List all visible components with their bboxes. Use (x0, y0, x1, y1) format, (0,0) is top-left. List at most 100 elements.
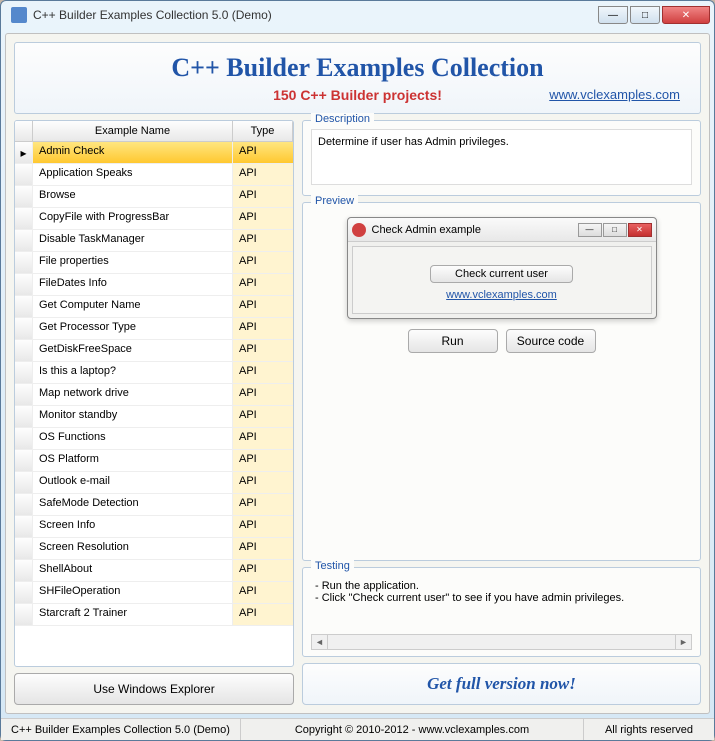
row-name: Is this a laptop? (33, 362, 233, 383)
grid-header: Example Name Type (15, 121, 293, 142)
table-row[interactable]: Disable TaskManagerAPI (15, 230, 293, 252)
row-indicator (15, 428, 33, 449)
row-indicator (15, 384, 33, 405)
preview-minimize-icon: — (578, 223, 602, 237)
table-row[interactable]: File propertiesAPI (15, 252, 293, 274)
row-name: Application Speaks (33, 164, 233, 185)
preview-legend: Preview (311, 195, 358, 207)
table-row[interactable]: Map network driveAPI (15, 384, 293, 406)
app-icon (11, 7, 27, 23)
table-row[interactable]: ShellAboutAPI (15, 560, 293, 582)
header-panel: C++ Builder Examples Collection 150 C++ … (14, 42, 701, 114)
grid-header-type[interactable]: Type (233, 121, 293, 141)
row-type: API (233, 208, 293, 229)
table-row[interactable]: Starcraft 2 TrainerAPI (15, 604, 293, 626)
table-row[interactable]: Outlook e-mailAPI (15, 472, 293, 494)
row-name: OS Functions (33, 428, 233, 449)
row-name: Admin Check (33, 142, 233, 163)
status-right: All rights reserved (584, 719, 714, 740)
row-indicator (15, 538, 33, 559)
status-center: Copyright © 2010-2012 - www.vclexamples.… (241, 719, 584, 740)
table-row[interactable]: SHFileOperationAPI (15, 582, 293, 604)
row-indicator (15, 296, 33, 317)
scroll-left-icon[interactable]: ◄ (312, 635, 328, 649)
row-indicator (15, 318, 33, 339)
header-link[interactable]: www.vclexamples.com (549, 87, 680, 102)
row-type: API (233, 384, 293, 405)
use-explorer-button[interactable]: Use Windows Explorer (14, 673, 294, 705)
row-type: API (233, 516, 293, 537)
preview-link: www.vclexamples.com (363, 289, 641, 301)
grid-header-name[interactable]: Example Name (33, 121, 233, 141)
maximize-button[interactable]: □ (630, 6, 660, 24)
table-row[interactable]: OS PlatformAPI (15, 450, 293, 472)
row-indicator (15, 604, 33, 625)
row-indicator (15, 208, 33, 229)
table-row[interactable]: Get Computer NameAPI (15, 296, 293, 318)
preview-check-button: Check current user (430, 265, 573, 283)
grid-body[interactable]: ▸Admin CheckAPIApplication SpeaksAPIBrow… (15, 142, 293, 666)
row-indicator (15, 472, 33, 493)
status-left: C++ Builder Examples Collection 5.0 (Dem… (1, 719, 241, 740)
get-full-version-button[interactable]: Get full version now! (302, 663, 701, 705)
row-type: API (233, 428, 293, 449)
row-indicator (15, 274, 33, 295)
header-title: C++ Builder Examples Collection (25, 53, 690, 83)
close-button[interactable]: ✕ (662, 6, 710, 24)
row-indicator (15, 406, 33, 427)
description-panel: Description Determine if user has Admin … (302, 120, 701, 196)
row-name: GetDiskFreeSpace (33, 340, 233, 361)
row-name: File properties (33, 252, 233, 273)
row-type: API (233, 560, 293, 581)
testing-line2: - Click "Check current user" to see if y… (315, 592, 688, 604)
testing-hscrollbar[interactable]: ◄ ► (311, 634, 692, 650)
row-type: API (233, 230, 293, 251)
grid-header-selector[interactable] (15, 121, 33, 141)
table-row[interactable]: CopyFile with ProgressBarAPI (15, 208, 293, 230)
row-name: SafeMode Detection (33, 494, 233, 515)
scroll-right-icon[interactable]: ► (675, 635, 691, 649)
run-button[interactable]: Run (408, 329, 498, 353)
table-row[interactable]: SafeMode DetectionAPI (15, 494, 293, 516)
row-indicator (15, 582, 33, 603)
testing-panel: Testing - Run the application. - Click "… (302, 567, 701, 657)
minimize-button[interactable]: — (598, 6, 628, 24)
app-window: C++ Builder Examples Collection 5.0 (Dem… (0, 0, 715, 741)
testing-legend: Testing (311, 560, 354, 572)
row-indicator (15, 450, 33, 471)
preview-window-title: Check Admin example (372, 224, 578, 236)
table-row[interactable]: OS FunctionsAPI (15, 428, 293, 450)
row-type: API (233, 582, 293, 603)
row-name: Get Computer Name (33, 296, 233, 317)
titlebar[interactable]: C++ Builder Examples Collection 5.0 (Dem… (1, 1, 714, 29)
preview-close-icon: ✕ (628, 223, 652, 237)
table-row[interactable]: Get Processor TypeAPI (15, 318, 293, 340)
table-row[interactable]: ▸Admin CheckAPI (15, 142, 293, 164)
row-name: ShellAbout (33, 560, 233, 581)
table-row[interactable]: Monitor standbyAPI (15, 406, 293, 428)
row-name: CopyFile with ProgressBar (33, 208, 233, 229)
table-row[interactable]: Application SpeaksAPI (15, 164, 293, 186)
row-indicator (15, 516, 33, 537)
testing-line1: - Run the application. (315, 580, 688, 592)
row-indicator (15, 560, 33, 581)
row-name: Map network drive (33, 384, 233, 405)
row-type: API (233, 296, 293, 317)
row-name: FileDates Info (33, 274, 233, 295)
table-row[interactable]: Screen InfoAPI (15, 516, 293, 538)
preview-maximize-icon: □ (603, 223, 627, 237)
row-indicator (15, 362, 33, 383)
table-row[interactable]: Screen ResolutionAPI (15, 538, 293, 560)
statusbar: C++ Builder Examples Collection 5.0 (Dem… (1, 718, 714, 740)
row-name: Screen Resolution (33, 538, 233, 559)
row-name: Get Processor Type (33, 318, 233, 339)
table-row[interactable]: Is this a laptop?API (15, 362, 293, 384)
table-row[interactable]: GetDiskFreeSpaceAPI (15, 340, 293, 362)
row-type: API (233, 362, 293, 383)
row-indicator (15, 252, 33, 273)
content-area: C++ Builder Examples Collection 150 C++ … (5, 33, 710, 714)
table-row[interactable]: BrowseAPI (15, 186, 293, 208)
table-row[interactable]: FileDates InfoAPI (15, 274, 293, 296)
description-text[interactable]: Determine if user has Admin privileges. (311, 129, 692, 185)
source-code-button[interactable]: Source code (506, 329, 596, 353)
